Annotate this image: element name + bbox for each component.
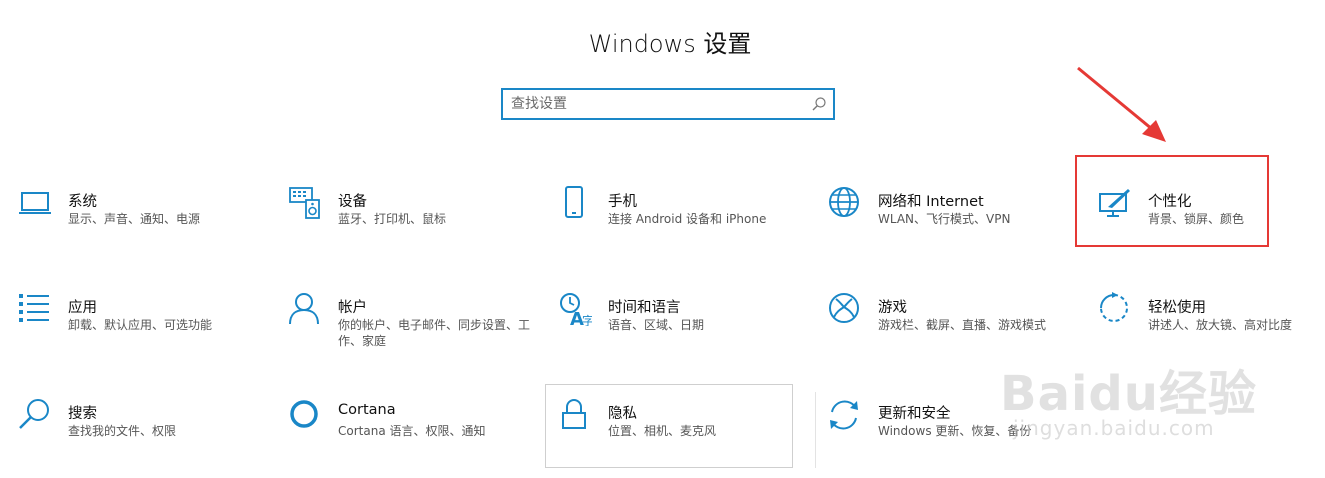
time-language-icon: A字 [558,292,594,330]
xbox-icon [828,292,862,326]
tile-title: 游戏 [878,300,907,316]
search-input[interactable] [511,93,801,115]
page-title: Windows 设置 [588,30,752,58]
tile-search[interactable]: 搜索 查找我的文件、权限 [18,398,268,478]
tile-desc: 显示、声音、通知、电源 [68,212,201,226]
globe-icon [828,186,862,220]
tile-devices[interactable]: 设备 蓝牙、打印机、鼠标 [288,186,538,266]
search-icon[interactable] [811,96,827,112]
tile-desc: 连接 Android 设备和 iPhone [608,212,767,226]
tile-desc: WLAN、飞行模式、VPN [878,212,1011,226]
tile-desc: 语音、区域、日期 [608,318,705,332]
search-box[interactable] [501,88,835,120]
tile-title: 轻松使用 [1148,300,1206,316]
tile-title: 帐户 [338,300,367,316]
refresh-icon [828,398,862,432]
laptop-icon [18,186,52,220]
tile-title: 时间和语言 [608,300,681,316]
tile-system[interactable]: 系统 显示、声音、通知、电源 [18,186,268,266]
person-icon [288,292,322,326]
tile-desc: 你的帐户、电子邮件、同步设置、工作、家庭 [338,318,531,348]
tile-network[interactable]: 网络和 Internet WLAN、飞行模式、VPN [828,186,1078,266]
watermark-brand: Baidu经验 [1000,366,1257,422]
tile-title: 应用 [68,300,97,316]
tile-title: 网络和 Internet [878,194,984,210]
tile-apps[interactable]: 应用 卸载、默认应用、可选功能 [18,292,268,372]
svg-text:字: 字 [582,313,592,326]
tile-desc: 位置、相机、麦克风 [608,424,717,438]
lock-icon [558,398,592,432]
list-icon [18,292,52,326]
tile-phone[interactable]: 手机 连接 Android 设备和 iPhone [558,186,808,266]
highlight-box [1075,155,1269,247]
tile-title: 手机 [608,194,637,210]
watermark-url: jingyan.baidu.com [1013,416,1215,440]
annotation-arrow [1077,66,1166,142]
ease-of-access-icon [1098,292,1132,326]
tile-title: 隐私 [608,406,637,422]
keyboard-speaker-icon [288,186,322,220]
phone-icon [558,186,592,220]
tile-title: 系统 [68,194,97,210]
tile-desc: 蓝牙、打印机、鼠标 [338,212,447,226]
tile-desc: 查找我的文件、权限 [68,424,177,438]
tile-desc: 游戏栏、截屏、直播、游戏模式 [878,318,1047,332]
tile-divider [815,392,816,468]
cortana-ring-icon [288,398,322,432]
magnifier-icon [18,398,52,432]
tile-desc: 讲述人、放大镜、高对比度 [1148,318,1293,332]
tile-title: 搜索 [68,406,97,422]
tile-title: 设备 [338,194,367,210]
tile-cortana[interactable]: Cortana Cortana 语言、权限、通知 [288,398,538,478]
tile-accounts[interactable]: 帐户 你的帐户、电子邮件、同步设置、工作、家庭 [288,292,538,372]
tile-title: 更新和安全 [878,406,951,422]
tile-title: Cortana [338,402,396,418]
tile-desc: Cortana 语言、权限、通知 [338,424,486,438]
tile-time-language[interactable]: A字 时间和语言 语音、区域、日期 [558,292,808,372]
tile-privacy[interactable]: 隐私 位置、相机、麦克风 [558,398,808,478]
tile-desc: 卸载、默认应用、可选功能 [68,318,213,332]
